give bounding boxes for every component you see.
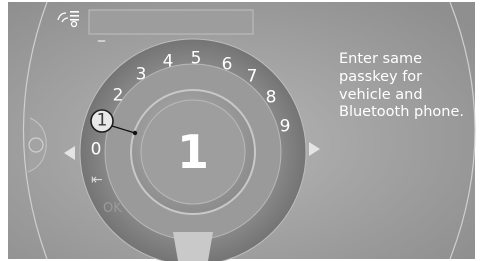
digit-3[interactable]: 3: [136, 66, 147, 84]
digit-4[interactable]: 4: [163, 53, 174, 71]
passkey-input-value: _: [98, 26, 105, 42]
digit-2[interactable]: 2: [113, 87, 124, 105]
backspace-icon[interactable]: ⇤: [91, 173, 103, 187]
passkey-input[interactable]: [89, 10, 253, 34]
right-arrow-icon[interactable]: [309, 142, 320, 156]
screen-graphics: [8, 1, 476, 261]
center-selected-digit: 1: [176, 125, 210, 179]
selection-callout-dot: [132, 130, 138, 136]
digit-7[interactable]: 7: [247, 68, 258, 86]
dial-stem: [173, 232, 213, 261]
digit-0[interactable]: 0: [91, 141, 102, 159]
left-arrow-icon[interactable]: [64, 146, 75, 160]
ok-button[interactable]: OK: [103, 202, 122, 215]
digit-5[interactable]: 5: [191, 50, 202, 68]
digit-6[interactable]: 6: [222, 56, 233, 74]
idrive-passkey-screen: _ 0 1 2 3 4 5 6 7 8 9 ⇤ OK 1 Enter same …: [0, 0, 483, 261]
digit-9[interactable]: 9: [280, 118, 291, 136]
digit-8[interactable]: 8: [266, 89, 277, 107]
passkey-hint-text: Enter same passkey for vehicle and Bluet…: [339, 51, 464, 121]
digit-1[interactable]: 1: [97, 112, 108, 130]
